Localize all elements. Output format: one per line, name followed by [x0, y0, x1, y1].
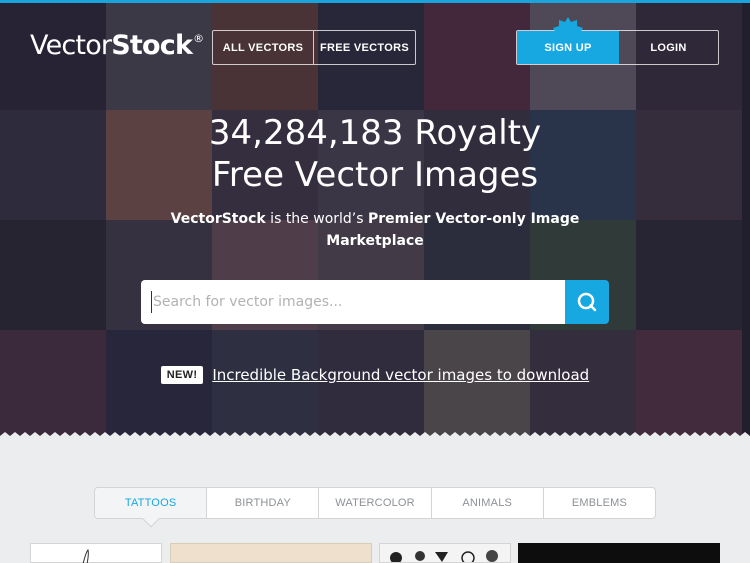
tab-emblems[interactable]: EMBLEMS: [544, 488, 655, 518]
text-cursor: [151, 291, 152, 313]
vector-thumbnail[interactable]: [30, 543, 162, 563]
search-button[interactable]: [565, 280, 609, 324]
tab-label: WATERCOLOR: [335, 497, 415, 509]
tab-label: BIRTHDAY: [234, 497, 291, 509]
tab-label: TATTOOS: [124, 497, 177, 509]
tab-label: EMBLEMS: [571, 497, 628, 509]
login-button[interactable]: LOGIN: [619, 31, 718, 64]
category-tabs: TATTOOS BIRTHDAY WATERCOLOR ANIMALS EMBL…: [94, 487, 656, 528]
hero-subtitle: VectorStock is the world’s Premier Vecto…: [160, 208, 590, 252]
zigzag-edge: [0, 432, 750, 442]
new-badge: NEW!: [160, 366, 204, 384]
registered-mark: ®: [193, 32, 204, 45]
sign-up-button[interactable]: SIGN UP: [517, 17, 619, 64]
thumbnail-art: [390, 550, 498, 562]
tab-birthday[interactable]: BIRTHDAY: [207, 488, 320, 518]
hero-title-line-2: Free Vector Images: [211, 155, 539, 195]
search-input[interactable]: [141, 280, 565, 324]
tab-tattoos[interactable]: TATTOOS: [95, 488, 208, 528]
search-bar: [141, 280, 609, 324]
free-vectors-link[interactable]: FREE VECTORS: [314, 31, 415, 64]
all-vectors-link[interactable]: ALL VECTORS: [213, 31, 314, 64]
thumbnail-art: [82, 549, 89, 563]
main-nav: ALL VECTORS FREE VECTORS: [212, 30, 416, 65]
tab-animals[interactable]: ANIMALS: [432, 488, 544, 518]
login-label: LOGIN: [650, 41, 687, 54]
vectorstock-logo[interactable]: VectorStock®: [30, 30, 204, 61]
search-icon: [577, 292, 597, 312]
logo-text-light: Vector: [30, 30, 112, 61]
sign-up-label: SIGN UP: [544, 41, 592, 54]
hero-title-line-1: 34,284,183 Royalty: [208, 113, 542, 153]
vector-thumbnail[interactable]: [170, 543, 372, 563]
top-accent-bar: [0, 0, 750, 3]
subtitle-brand: VectorStock: [170, 211, 266, 227]
tab-watercolor[interactable]: WATERCOLOR: [319, 488, 432, 518]
promo-banner: NEW! Incredible Background vector images…: [0, 366, 750, 384]
tab-label: ANIMALS: [462, 497, 513, 509]
background-vectors-link[interactable]: Incredible Background vector images to d…: [212, 366, 589, 384]
hero-title: 34,284,183 Royalty Free Vector Images: [0, 112, 750, 196]
vector-thumbnail[interactable]: [518, 543, 720, 563]
active-tab-pointer: [142, 510, 160, 528]
auth-buttons: SIGN UP LOGIN: [516, 17, 719, 65]
logo-text-bold: Stock: [111, 30, 193, 61]
subtitle-mid: is the world’s: [265, 211, 368, 227]
vector-thumbnail[interactable]: [379, 543, 511, 563]
